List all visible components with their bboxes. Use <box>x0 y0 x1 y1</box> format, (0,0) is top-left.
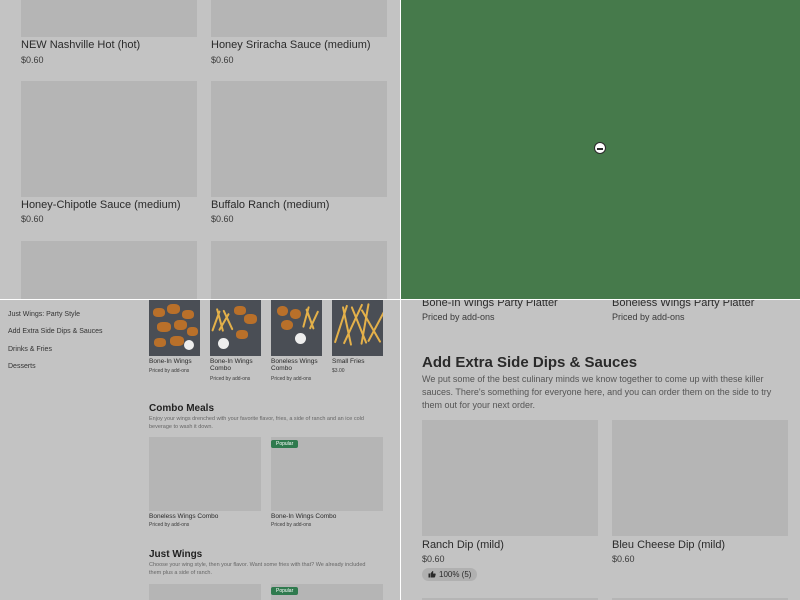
item-image[interactable] <box>271 437 383 511</box>
item-price: Priced by add-ons <box>271 376 312 382</box>
menu-panel-dips: Bone-In Wings Party Platter Priced by ad… <box>401 300 800 600</box>
item-price: Priced by add-ons <box>271 522 312 528</box>
item-name[interactable]: Honey-Chipotle Sauce (medium) <box>21 199 181 211</box>
section-title-combo: Combo Meals <box>149 403 215 414</box>
item-name[interactable]: Boneless Wings Party Platter <box>612 300 754 309</box>
item-price: Priced by add-ons <box>422 312 495 322</box>
rating-text: 100% (5) <box>439 570 472 579</box>
item-name[interactable]: Small Fries <box>332 358 390 365</box>
item-name[interactable]: Boneless Wings Combo <box>271 358 329 372</box>
boneless-wings-combo-photo[interactable] <box>271 300 322 356</box>
item-name[interactable]: Ranch Dip (mild) <box>422 539 504 551</box>
rating-badge: 100% (5) <box>422 568 478 581</box>
item-name[interactable]: Bone-In Wings Party Platter <box>422 300 558 309</box>
menu-panel-overview: Just Wings: Party Style Add Extra Side D… <box>0 300 400 600</box>
popular-badge: Popular <box>271 440 299 448</box>
item-price: $0.60 <box>211 55 234 65</box>
item-image[interactable] <box>21 241 197 299</box>
item-image[interactable] <box>21 0 197 37</box>
menu-panel-sauces: NEW Nashville Hot (hot) $0.60 Honey Srir… <box>0 0 400 299</box>
section-desc-combo: Enjoy your wings drenched with your favo… <box>149 416 364 430</box>
item-price: $0.60 <box>211 214 234 224</box>
item-image[interactable] <box>149 584 261 600</box>
item-name[interactable]: Buffalo Ranch (medium) <box>211 199 329 211</box>
item-price: Priced by add-ons <box>149 368 190 374</box>
item-image[interactable] <box>211 241 387 299</box>
section-desc-dips: We put some of the best culinary minds w… <box>422 374 772 410</box>
item-price: $0.60 <box>422 554 445 564</box>
small-fries-photo[interactable] <box>332 300 383 356</box>
section-desc-just-wings: Choose your wing style, then your flavor… <box>149 562 366 576</box>
item-name[interactable]: NEW Nashville Hot (hot) <box>21 39 140 51</box>
item-name[interactable]: Bone-In Wings Combo <box>271 513 336 520</box>
nav-item-party-style[interactable]: Just Wings: Party Style <box>8 311 80 318</box>
item-name[interactable]: Bone-In Wings Combo <box>210 358 268 372</box>
minus-circle-icon[interactable] <box>594 142 606 154</box>
section-title-dips: Add Extra Side Dips & Sauces <box>422 354 638 371</box>
nav-item-drinks-fries[interactable]: Drinks & Fries <box>8 346 52 353</box>
item-image[interactable] <box>422 420 598 536</box>
item-price: $3.00 <box>332 368 345 374</box>
bone-in-wings-combo-photo[interactable] <box>210 300 261 356</box>
item-image[interactable] <box>21 81 197 197</box>
map-view[interactable] <box>401 0 800 299</box>
item-name[interactable]: Honey Sriracha Sauce (medium) <box>211 39 371 51</box>
item-price: Priced by add-ons <box>210 376 251 382</box>
nav-item-desserts[interactable]: Desserts <box>8 363 36 370</box>
item-image[interactable] <box>612 420 788 536</box>
panel-divider <box>400 0 401 600</box>
item-price: $0.60 <box>21 55 44 65</box>
item-image[interactable] <box>211 0 387 37</box>
panel-divider <box>0 299 800 300</box>
section-title-just-wings: Just Wings <box>149 549 203 560</box>
popular-badge: Popular <box>271 587 299 595</box>
item-price: Priced by add-ons <box>149 522 190 528</box>
bone-in-wings-photo[interactable] <box>149 300 200 356</box>
item-name[interactable]: Boneless Wings Combo <box>149 513 218 520</box>
item-image[interactable] <box>149 437 261 511</box>
item-price: $0.60 <box>21 214 44 224</box>
nav-item-side-dips[interactable]: Add Extra Side Dips & Sauces <box>8 328 103 335</box>
item-price: Priced by add-ons <box>612 312 685 322</box>
item-name[interactable]: Bone-In Wings <box>149 358 207 365</box>
item-image[interactable] <box>211 81 387 197</box>
item-price: $0.60 <box>612 554 635 564</box>
thumbs-up-icon <box>428 571 436 578</box>
item-name[interactable]: Bleu Cheese Dip (mild) <box>612 539 725 551</box>
